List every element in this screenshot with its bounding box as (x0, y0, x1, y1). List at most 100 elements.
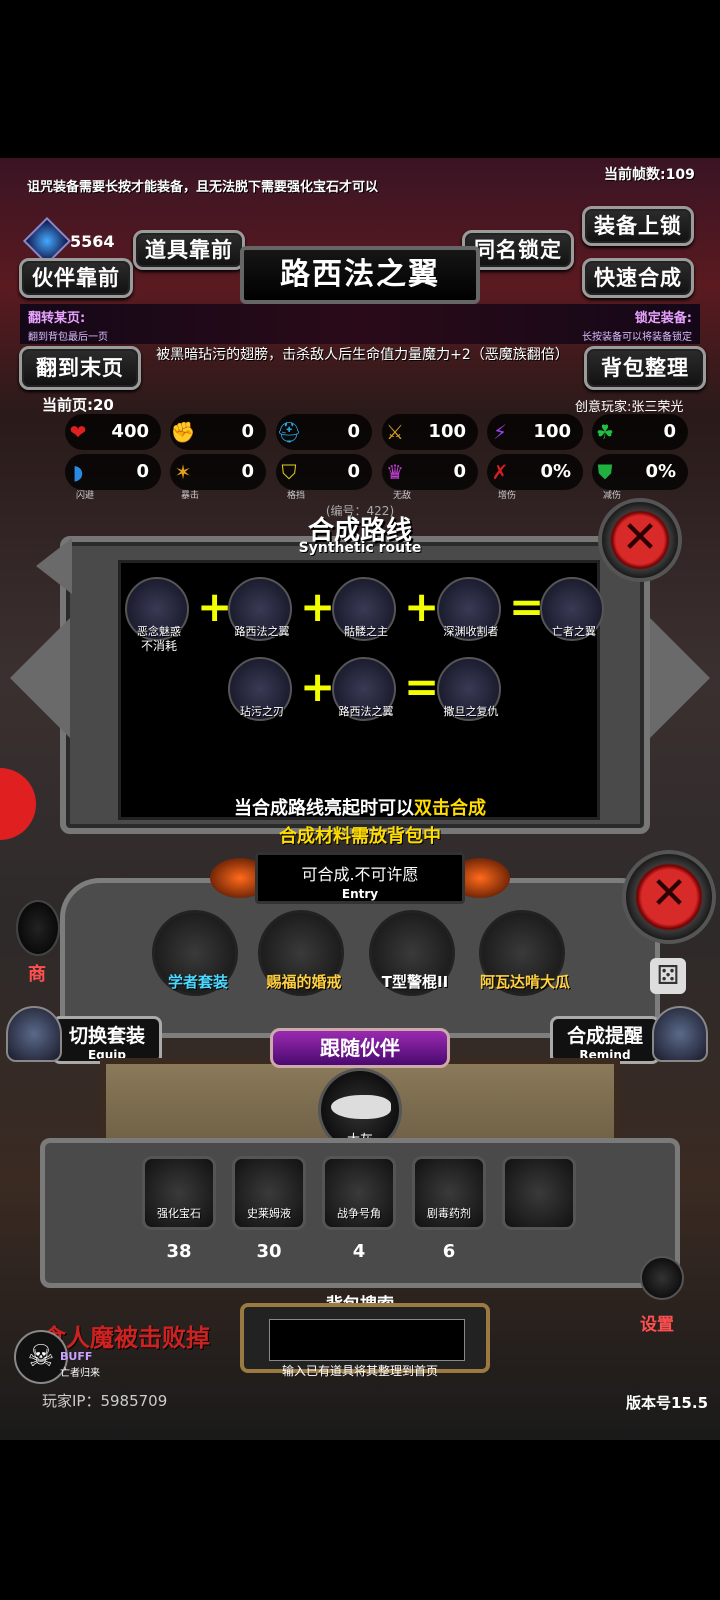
settings-label[interactable]: 设置 (640, 1310, 674, 1335)
equipment-slot[interactable]: 学者套装 (152, 910, 238, 996)
double-click-tip: 双击合成 (414, 798, 486, 819)
equipment-slot[interactable]: T型警棍II (369, 910, 455, 996)
shop-icon[interactable] (16, 900, 60, 956)
top-hint: 诅咒装备需要长按才能装备，且无法脱下需要强化宝石才可以 (27, 180, 379, 195)
next-arrow-icon[interactable] (650, 618, 710, 738)
fps-label: 当前帧数:109 (604, 167, 695, 183)
equipment-name: 学者套装 (167, 973, 228, 991)
stat-value: 100 (428, 421, 466, 442)
route-item[interactable]: 玷污之刃 (228, 657, 292, 721)
equipment-name: 赐福的婚戒 (266, 973, 342, 991)
go-last-page-button[interactable]: 翻到末页 (19, 346, 141, 390)
route-item[interactable]: 恶念魅惑 不消耗 (125, 577, 189, 653)
stat-value: 0 (663, 421, 676, 442)
inventory-item-count: 38 (166, 1241, 192, 1262)
shop-label[interactable]: 商 (28, 960, 46, 986)
stat-value: 0 (347, 421, 360, 442)
close-route-button[interactable]: ✕ (598, 498, 682, 582)
block-icon: ⛉ (281, 460, 297, 484)
route-panel: 恶念魅惑 不消耗 + 路西法之翼 + 骷髅之主 + 深渊收割者 = 亡者之翼 玷污之刃 + 路西法之翼 =… (60, 536, 650, 834)
stat-value: 0 (136, 461, 149, 482)
item-front-button[interactable]: 道具靠前 (133, 230, 245, 270)
lock-equip-title: 锁定装备: (634, 311, 692, 326)
quick-craft-button[interactable]: 快速合成 (582, 258, 694, 298)
craft-tip-line1: 当合成路线亮起时可以双击合成 (0, 794, 720, 820)
route-item-name: 深渊收割者 (443, 625, 499, 638)
info-bar: 翻转某页: 翻到背包最后一页 锁定装备: 长按装备可以将装备锁定 (20, 304, 700, 344)
equipment-slot[interactable]: 阿瓦达啃大瓜 (479, 910, 570, 996)
inventory-slot[interactable]: 战争号角 4 (322, 1156, 396, 1262)
stat-invincible: ♛ 0 无敌 (382, 454, 478, 501)
sword-icon: ⚔ (386, 420, 404, 444)
left-corner-arrow-icon (36, 538, 72, 594)
stat-heart: ❤ 400 (65, 414, 161, 450)
stat-value: 0 (241, 421, 254, 442)
player-ip: 玩家IP：5985709 (42, 1392, 168, 1410)
route-item[interactable]: 撒旦之复仇 (437, 657, 501, 721)
stat-label: 减伤 (602, 491, 621, 501)
equipment-name: 阿瓦达啃大瓜 (479, 973, 570, 991)
prev-arrow-icon[interactable] (10, 618, 70, 738)
equipment-slot[interactable]: 赐福的婚戒 (258, 910, 344, 996)
inventory-slot-empty[interactable] (502, 1156, 576, 1230)
stat-damage-reduce: ⛊ 0% 减伤 (592, 454, 688, 501)
dolphin-icon (331, 1095, 391, 1119)
gear-icon[interactable] (640, 1256, 684, 1300)
stat-value: 0 (241, 461, 254, 482)
stat-crit: ✶ 0 暴击 (170, 454, 266, 501)
entry-bar: 可合成.不可许愿 Entry (255, 852, 465, 904)
route-item[interactable]: 骷髅之主 (332, 577, 396, 641)
stat-label: 闪避 (75, 491, 94, 501)
inventory-item-count: 4 (352, 1241, 366, 1262)
stat-clover: ☘ 0 (592, 414, 688, 450)
route-item-name: 玷污之刃 (240, 705, 284, 718)
search-hint: 输入已有道具将其整理到首页 (281, 1364, 438, 1378)
craft-tip-text: 当合成路线亮起时可以 (234, 798, 414, 819)
craft-remind-button[interactable]: 合成提醒 Remind (550, 1016, 660, 1064)
dice-icon[interactable]: ⚄ (650, 958, 686, 994)
heart-icon: ❤ (69, 420, 87, 444)
inventory-item-name: 史莱姆液 (247, 1207, 291, 1220)
sort-bag-button[interactable]: 背包整理 (584, 346, 706, 390)
helmet-left-icon (6, 1006, 62, 1062)
flip-page-title: 翻转某页: (28, 311, 86, 326)
stat-value: 0% (540, 461, 571, 482)
inventory-item-name: 战争号角 (337, 1207, 381, 1220)
flip-page-subtitle: 翻到背包最后一页 (28, 332, 108, 343)
inventory-slot[interactable]: 史莱姆液 30 (232, 1156, 306, 1262)
lock-equip-subtitle: 长按装备可以将装备锁定 (582, 332, 692, 343)
dodge-icon: ◗ (72, 460, 84, 484)
inventory-slot[interactable]: 剧毒药剂 6 (412, 1156, 486, 1262)
plus-icon: + (197, 582, 233, 631)
route-item-name: 路西法之翼 (338, 705, 394, 718)
route-item[interactable]: 路西法之翼 (228, 577, 292, 641)
item-title: 路西法之翼 (240, 246, 480, 304)
equipment-name: T型警棍II (381, 973, 449, 991)
inventory-slot[interactable]: 强化宝石 38 (142, 1156, 216, 1262)
route-item-name: 骷髅之主 (344, 625, 388, 638)
stat-label: 增伤 (497, 491, 516, 501)
route-item[interactable]: 亡者之翼 (540, 577, 604, 641)
route-display: 恶念魅惑 不消耗 + 路西法之翼 + 骷髅之主 + 深渊收割者 = 亡者之翼 玷污之刃 + 路西法之翼 =… (118, 560, 604, 820)
helmet-icon: ⛑ (276, 420, 302, 444)
damage-reduce-icon: ⛊ (597, 460, 613, 484)
damage-up-icon: ✗ (491, 460, 509, 484)
entry-text: 可合成.不可许愿 (301, 865, 419, 884)
buff-label: BUFF (60, 1350, 93, 1363)
route-item[interactable]: 深渊收割者 (437, 577, 501, 641)
inventory-item-count: 6 (442, 1241, 456, 1262)
plus-icon: + (300, 582, 336, 631)
equals-icon: = (404, 662, 440, 711)
stat-dodge: ◗ 0 闪避 (65, 454, 161, 501)
switch-set-button[interactable]: 切换套装 Equip (52, 1016, 162, 1064)
stat-label: 格挡 (286, 491, 305, 501)
stat-strength: ✊ 0 (170, 414, 266, 450)
route-item-name: 亡者之翼 (552, 625, 596, 638)
magic-icon: ⚡ (492, 420, 508, 444)
route-item[interactable]: 路西法之翼 (332, 657, 396, 721)
close-entry-button[interactable]: ✕ (622, 850, 716, 944)
partner-front-button[interactable]: 伙伴靠前 (19, 258, 133, 298)
buff-sub: 亡者归来 (60, 1368, 100, 1379)
equip-lock-button[interactable]: 装备上锁 (582, 206, 694, 246)
search-input[interactable] (269, 1319, 465, 1361)
